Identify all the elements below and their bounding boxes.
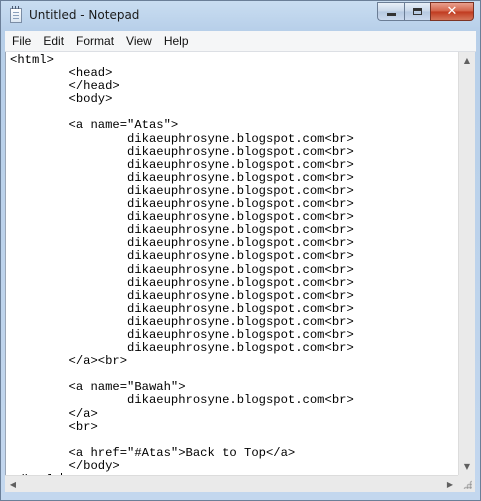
- menu-edit[interactable]: Edit: [37, 31, 70, 51]
- notepad-icon[interactable]: [10, 6, 22, 23]
- scroll-down-icon[interactable]: ▼: [459, 458, 475, 475]
- close-icon: ✕: [446, 4, 458, 19]
- window-title: Untitled - Notepad: [29, 8, 140, 22]
- scroll-up-icon[interactable]: ▲: [459, 52, 475, 69]
- window-controls: ✕: [377, 2, 474, 21]
- text-editor[interactable]: <html> <head> </head> <body> <a name="At…: [5, 52, 458, 475]
- menu-view[interactable]: View: [120, 31, 158, 51]
- menu-file[interactable]: File: [5, 31, 37, 51]
- scroll-right-icon[interactable]: ▶: [442, 476, 458, 493]
- title-bar[interactable]: Untitled - Notepad ✕: [1, 1, 480, 31]
- horizontal-scrollbar[interactable]: ◀ ▶: [5, 475, 458, 492]
- menu-format[interactable]: Format: [70, 31, 120, 51]
- maximize-icon: [413, 8, 422, 15]
- notepad-window: Untitled - Notepad ✕ File Edit Format Vi…: [0, 0, 481, 501]
- minimize-icon: [386, 13, 396, 16]
- resize-grip-icon[interactable]: [458, 475, 475, 492]
- editor-content: <html> <head> </head> <body> <a name="At…: [10, 53, 354, 475]
- editor-text[interactable]: <html> <head> </head> <body> <a name="At…: [6, 52, 458, 475]
- vertical-scrollbar[interactable]: ▲ ▼: [458, 52, 475, 475]
- scroll-left-icon[interactable]: ◀: [5, 476, 21, 493]
- menu-bar: File Edit Format View Help: [5, 31, 476, 52]
- close-button[interactable]: ✕: [430, 2, 474, 21]
- minimize-button[interactable]: [377, 2, 404, 21]
- menu-help[interactable]: Help: [158, 31, 195, 51]
- maximize-button[interactable]: [404, 2, 430, 21]
